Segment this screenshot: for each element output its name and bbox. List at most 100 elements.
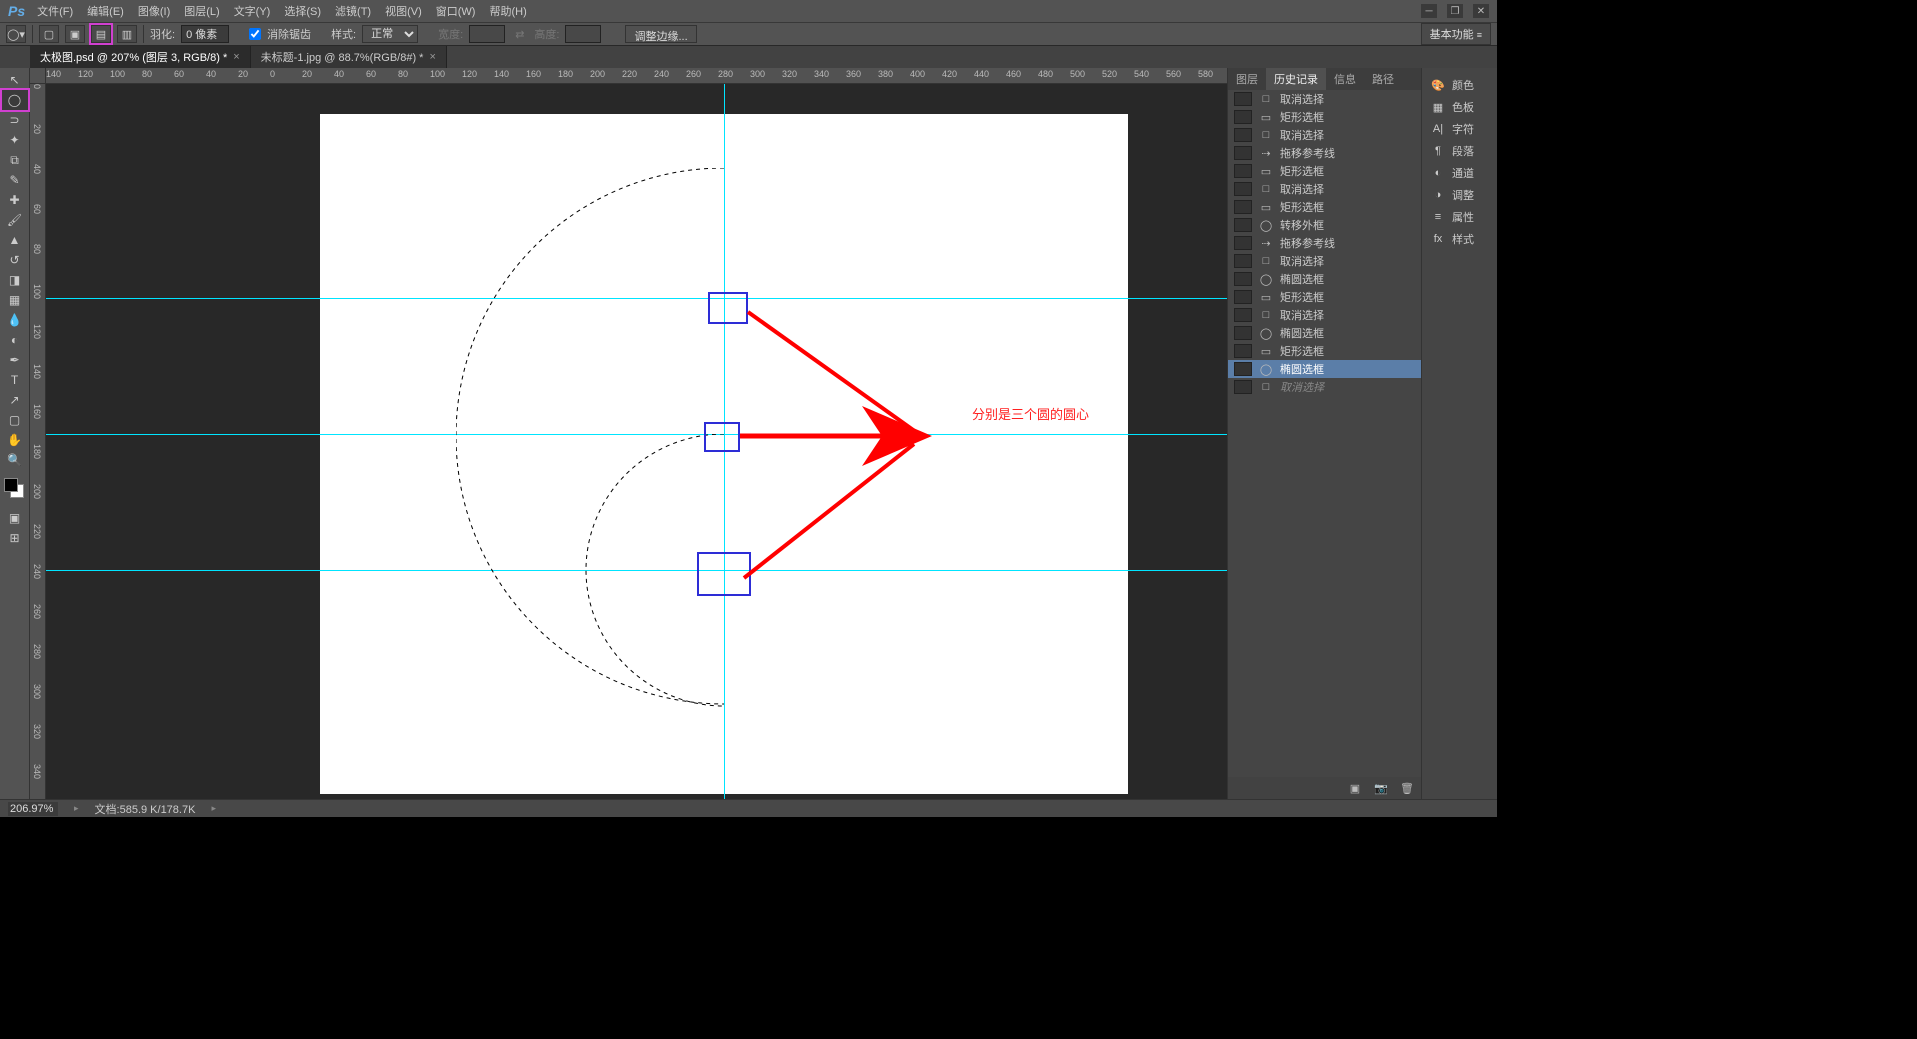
lasso-tool[interactable]: ⊃ [2,110,28,130]
move-tool[interactable]: ↖ [2,70,28,90]
blur-tool[interactable]: 💧 [2,310,28,330]
close-icon[interactable]: × [429,51,435,63]
history-item[interactable]: ⇢拖移参考线 [1228,144,1421,162]
history-item[interactable]: □取消选择 [1228,126,1421,144]
history-item[interactable]: □取消选择 [1228,378,1421,396]
foreground-color[interactable] [4,478,18,492]
rail-icon: ◑ [1430,188,1446,202]
history-brush-tool[interactable]: ↺ [2,250,28,270]
rail-item[interactable]: A|字符 [1422,118,1497,140]
selection-new-icon[interactable]: ▢ [39,25,59,43]
screenmode-tool[interactable]: ⊞ [2,528,28,548]
menu-edit[interactable]: 编辑(E) [87,3,124,19]
selection-subtract-icon[interactable]: ▤ [91,25,111,43]
pen-tool[interactable]: ✒ [2,350,28,370]
path-tool[interactable]: ↗ [2,390,28,410]
eyedropper-tool[interactable]: ✎ [2,170,28,190]
selection-add-icon[interactable]: ▣ [65,25,85,43]
style-select[interactable]: 正常 [362,25,418,43]
main-area: ↖ ◯ ⊃ ✦ ⧉ ✎ ✚ 🖌 ▲ ↺ ◨ ▦ 💧 ◐ ✒ T ↗ ▢ ✋ 🔍 … [0,68,1497,799]
document-tab-1[interactable]: 未标题-1.jpg @ 88.7%(RGB/8#) * × [251,46,447,68]
workspace-selector[interactable]: 基本功能 ≡ [1421,23,1491,45]
rail-item[interactable]: 🎨颜色 [1422,74,1497,96]
menu-select[interactable]: 选择(S) [284,3,321,19]
marker-box-1 [708,292,748,324]
history-item[interactable]: □取消选择 [1228,252,1421,270]
minimize-button[interactable]: ─ [1421,4,1437,18]
rail-item[interactable]: ▦色板 [1422,96,1497,118]
zoom-field[interactable] [8,802,58,816]
crop-tool[interactable]: ⧉ [2,150,28,170]
history-item[interactable]: ◯椭圆选框 [1228,360,1421,378]
ruler-tick: 60 [366,69,376,79]
history-item[interactable]: ▭矩形选框 [1228,162,1421,180]
menu-file[interactable]: 文件(F) [37,3,73,19]
rail-label: 段落 [1452,143,1474,159]
menu-filter[interactable]: 滤镜(T) [335,3,371,19]
ruler-tick: 100 [110,69,125,79]
close-icon[interactable]: × [233,51,239,63]
rail-item[interactable]: ¶段落 [1422,140,1497,162]
refine-edge-button[interactable]: 调整边缘... [625,25,696,43]
color-swatches[interactable] [4,478,26,500]
feather-input[interactable] [181,25,229,43]
menu-help[interactable]: 帮助(H) [489,3,526,19]
ruler-vertical[interactable]: 0204060801001201401601802002202402602803… [30,84,46,799]
rail-item[interactable]: ◐通道 [1422,162,1497,184]
history-thumb [1234,254,1252,268]
type-tool[interactable]: T [2,370,28,390]
history-item[interactable]: □取消选择 [1228,306,1421,324]
brush-tool[interactable]: 🖌 [2,210,28,230]
menu-window[interactable]: 窗口(W) [436,3,476,19]
panel-tab-history[interactable]: 历史记录 [1266,68,1326,90]
camera-icon[interactable]: 📷 [1373,781,1389,795]
history-item[interactable]: ▭矩形选框 [1228,108,1421,126]
marquee-tool[interactable]: ◯ [2,90,28,110]
history-item[interactable]: ◯椭圆选框 [1228,270,1421,288]
panel-tab-paths[interactable]: 路径 [1364,68,1402,90]
rail-item[interactable]: ≡属性 [1422,206,1497,228]
ruler-horizontal[interactable]: 1401201008060402002040608010012014016018… [46,68,1227,84]
hand-tool[interactable]: ✋ [2,430,28,450]
new-snapshot-icon[interactable]: ▣ [1347,781,1363,795]
healing-tool[interactable]: ✚ [2,190,28,210]
trash-icon[interactable]: 🗑 [1399,781,1415,795]
history-item[interactable]: ⇢拖移参考线 [1228,234,1421,252]
history-item[interactable]: □取消选择 [1228,90,1421,108]
canvas-viewport[interactable]: 分别是三个圆的圆心 [46,84,1227,799]
eraser-tool[interactable]: ◨ [2,270,28,290]
stamp-tool[interactable]: ▲ [2,230,28,250]
menu-view[interactable]: 视图(V) [385,3,422,19]
history-step-label: 椭圆选框 [1280,271,1324,287]
rail-item[interactable]: fx样式 [1422,228,1497,250]
dodge-tool[interactable]: ◐ [2,330,28,350]
history-panel-body[interactable]: □取消选择▭矩形选框□取消选择⇢拖移参考线▭矩形选框□取消选择▭矩形选框◯转移外… [1228,90,1421,777]
menu-type[interactable]: 文字(Y) [234,3,271,19]
panel-tab-info[interactable]: 信息 [1326,68,1364,90]
document-tab-0[interactable]: 太极图.psd @ 207% (图层 3, RGB/8) * × [30,46,251,68]
ruler-tick: 300 [750,69,765,79]
close-button[interactable]: ✕ [1473,4,1489,18]
rail-item[interactable]: ◑调整 [1422,184,1497,206]
gradient-tool[interactable]: ▦ [2,290,28,310]
tool-preset-icon[interactable]: ◯▾ [6,25,26,43]
selection-intersect-icon[interactable]: ▥ [117,25,137,43]
shape-tool[interactable]: ▢ [2,410,28,430]
maximize-button[interactable]: ❐ [1447,4,1463,18]
history-item[interactable]: ▭矩形选框 [1228,198,1421,216]
history-item[interactable]: □取消选择 [1228,180,1421,198]
magic-wand-tool[interactable]: ✦ [2,130,28,150]
quickmask-tool[interactable]: ▣ [2,508,28,528]
history-item[interactable]: ◯椭圆选框 [1228,324,1421,342]
antialias-checkbox[interactable] [249,28,261,40]
zoom-tool[interactable]: 🔍 [2,450,28,470]
history-item[interactable]: ▭矩形选框 [1228,342,1421,360]
history-step-label: 取消选择 [1280,379,1324,395]
panel-tab-layers[interactable]: 图层 [1228,68,1266,90]
history-item[interactable]: ◯转移外框 [1228,216,1421,234]
history-thumb [1234,164,1252,178]
feather-label: 羽化: [150,26,175,42]
history-item[interactable]: ▭矩形选框 [1228,288,1421,306]
menu-image[interactable]: 图像(I) [138,3,170,19]
menu-layer[interactable]: 图层(L) [184,3,219,19]
